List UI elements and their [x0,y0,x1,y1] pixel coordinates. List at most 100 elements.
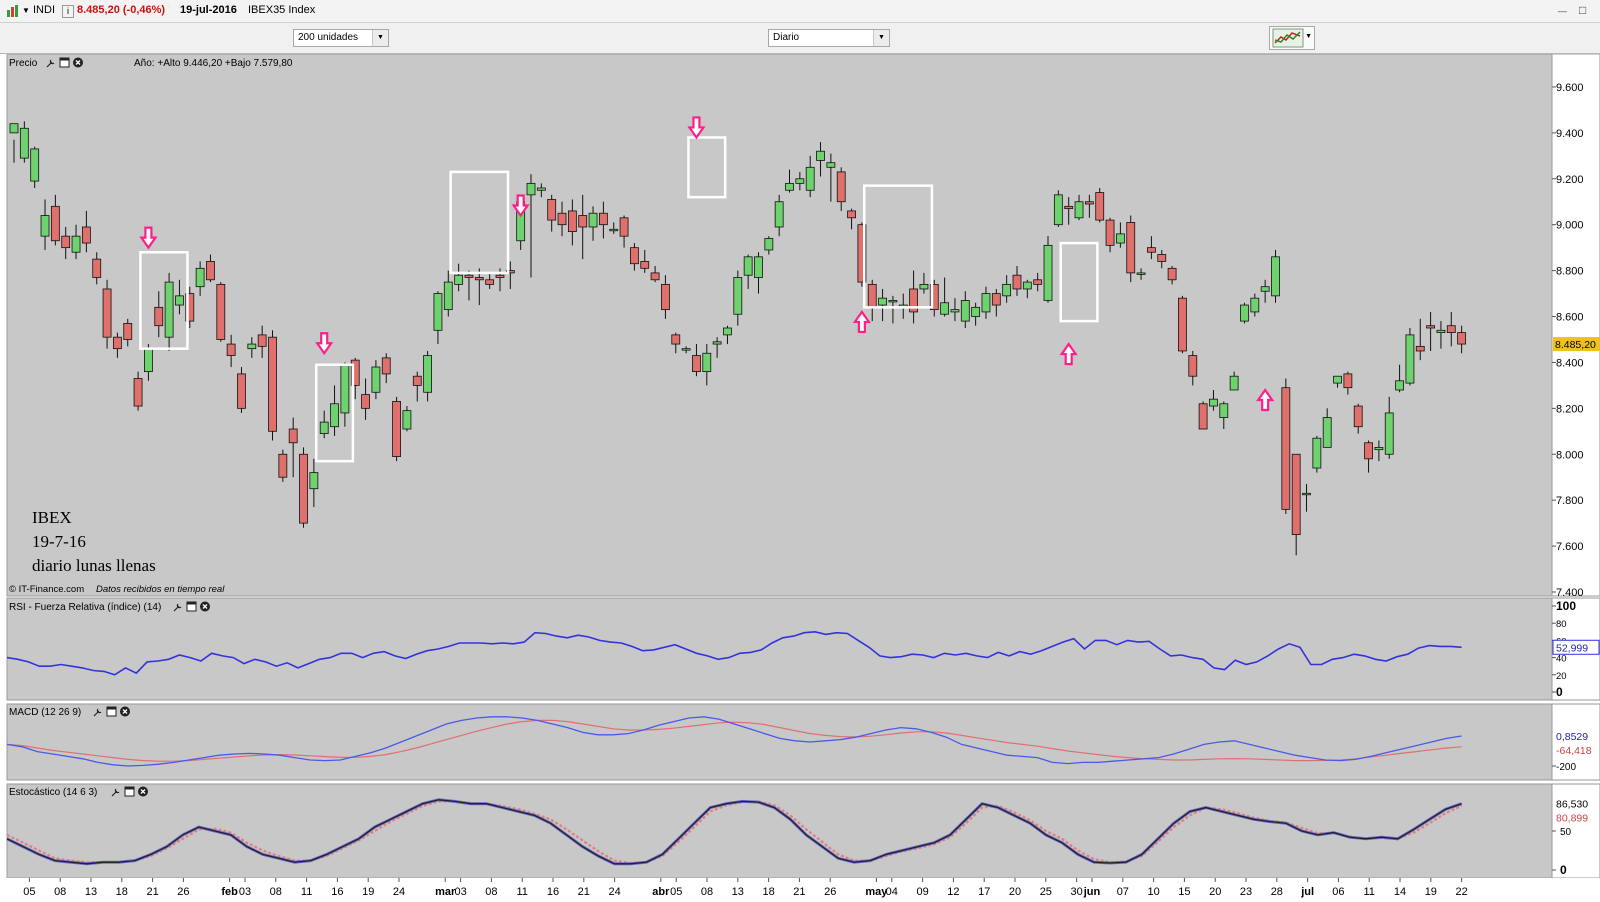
candle-body [991,293,1001,306]
stoch-panel [6,783,1553,879]
candle-body [330,403,339,428]
x-axis-tick-label: 22 [1455,886,1467,898]
period-select[interactable]: Diario ▼ [768,29,890,47]
candle-body [567,210,577,232]
candle-body [1374,446,1384,451]
chevron-down-icon[interactable]: ▼ [873,30,889,46]
stoch-d-tag-label: 80,899 [1556,813,1588,825]
candle-body [1333,375,1342,384]
candle-body [640,261,650,269]
candle-body [1147,247,1156,253]
candle-body [847,210,856,219]
units-select[interactable]: 200 unidades ▼ [293,29,389,47]
candle-body [774,201,784,228]
x-axis-tick-label: 08 [485,886,497,898]
candle-body [878,297,887,306]
x-axis-tick-label: jun [1083,886,1101,898]
candle-body [960,300,970,322]
candle-body [423,355,433,393]
candle-body [412,375,422,386]
candle-body [1064,205,1074,210]
candle-body [1084,201,1094,205]
candle-body [123,323,133,340]
candle-body [661,283,670,311]
x-axis-tick-label: 11 [516,886,527,898]
candle-body [805,166,815,191]
candle-body [1198,403,1208,430]
candle-body [671,334,681,345]
x-axis-tick-label: 04 [886,886,898,898]
rsi-y-tick-label: 20 [1556,671,1567,682]
x-axis-tick-label: 26 [824,886,836,898]
candle-body [433,293,443,331]
candle-body [402,410,412,430]
candle-body [247,343,257,350]
price-y-tick-label: 9.600 [1556,82,1584,94]
price-y-tick-label: 8.400 [1556,357,1584,369]
candle-body [1219,403,1229,418]
x-axis-tick-label: abr [652,886,670,898]
annotation-line-2: 19-7-16 [32,532,86,551]
price-y-tick-label: 8.200 [1556,403,1584,415]
candle-body [1322,417,1332,448]
x-axis-tick-label: feb [221,886,238,898]
candle-body [1115,233,1125,244]
candle-body [175,295,184,306]
units-select-value: 200 unidades [298,32,359,43]
candle-body [319,421,329,434]
macd-window-icon-bar [107,707,116,710]
candle-body [764,238,774,251]
restore-icon[interactable]: □ [1579,3,1586,17]
stoch-k-tag-label: 86,530 [1556,799,1588,811]
info-icon[interactable]: i [62,5,74,18]
chart-icon[interactable] [6,4,20,18]
candle-body [547,199,557,221]
candle-body [1291,453,1301,536]
candle-body [1250,297,1260,313]
x-axis-tick-label: 09 [916,886,928,898]
chart-style-button[interactable]: ▼ [1269,26,1315,50]
x-axis-tick-label: 06 [1332,886,1344,898]
chevron-down-icon[interactable]: ▼ [1305,33,1312,40]
candle-body [61,235,71,249]
minimize-icon[interactable]: — [1558,6,1567,16]
candle-body [1188,355,1198,377]
dropdown-arrow-icon[interactable]: ▼ [22,6,30,15]
date-label: 19-jul-2016 [180,4,237,16]
candle-body [692,355,701,373]
candle-body [30,148,40,182]
candle-body [1136,272,1146,275]
x-axis-tick-label: 25 [1040,886,1052,898]
x-axis-tick-label: 08 [701,886,713,898]
candle-body [702,352,712,373]
candle-body [299,453,308,524]
macd-value-tag-label: 0,8529 [1556,731,1588,743]
candle-body [1074,201,1084,219]
candle-body [1260,286,1270,292]
candle-body [971,306,981,317]
chevron-down-icon[interactable]: ▼ [372,30,388,46]
toolbar: 200 unidades ▼ Diario ▼ ▼ [0,23,1600,54]
candle-body [536,187,546,191]
last-price-tag-label: 8.485,20 [1555,339,1596,351]
candle-body [754,256,763,278]
candle-body [981,293,991,313]
candle-body [1022,281,1032,290]
x-axis-tick-label: 07 [1117,886,1129,898]
candle-body [495,274,505,278]
candle-body [733,277,743,315]
x-axis-tick-label: 03 [239,886,251,898]
x-axis-tick-label: 14 [1394,886,1406,898]
x-axis-tick-label: 26 [177,886,189,898]
candle-body [206,261,215,281]
x-axis-tick-label: 18 [116,886,128,898]
candle-body [650,272,660,281]
macd-panel-label: MACD (12 26 9) [9,707,81,718]
candle-body [1271,256,1280,297]
candle-body [785,182,794,191]
candle-body [836,171,846,203]
x-axis-tick-label: 08 [270,886,282,898]
x-axis-tick-label: 13 [85,886,97,898]
x-axis-tick-label: 05 [23,886,35,898]
x-axis-tick-label: jul [1300,886,1314,898]
